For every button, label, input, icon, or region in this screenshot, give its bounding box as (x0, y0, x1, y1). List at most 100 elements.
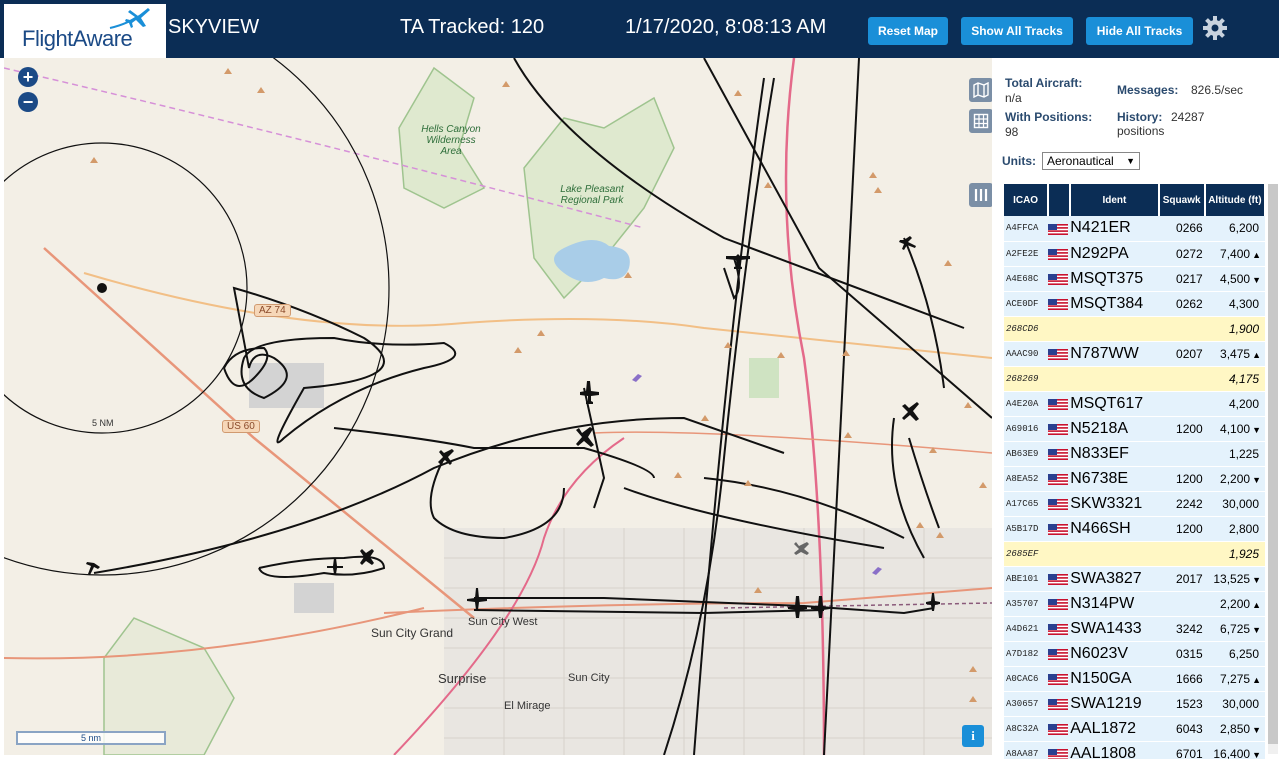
ident-cell: N6023V (1070, 641, 1159, 667)
col-header-altitude[interactable]: Altitude (ft) (1204, 184, 1266, 216)
zoom-in-button[interactable]: + (18, 67, 38, 87)
ident-cell: N5218A (1070, 416, 1159, 442)
table-row[interactable]: A0CAC6 N150GA 1666 7,275 ▲ (1004, 666, 1265, 692)
table-row[interactable]: A30657 SWA1219 1523 30,000 (1004, 691, 1265, 717)
ident-cell: N421ER (1070, 216, 1159, 242)
altitude-value: 4,300 (1228, 296, 1259, 311)
us-flag-icon (1048, 297, 1069, 311)
squawk-cell: 1200 (1158, 516, 1205, 542)
ident-cell: N314PW (1070, 591, 1159, 617)
altitude-value: 4,500 (1220, 271, 1251, 286)
grid-toggle-button[interactable] (969, 109, 992, 133)
aircraft-table-body: A4FFCA N421ER 0266 6,200 A2FE2E N292PA 0272 7,4… (1004, 216, 1265, 759)
table-row[interactable]: A8EA52 N6738E 1200 2,200 ▼ (1004, 466, 1265, 492)
squawk-cell: 0262 (1158, 291, 1205, 317)
icao-cell: ACE0DF (1004, 291, 1049, 317)
ident-cell: AAL1808 (1070, 741, 1159, 759)
altitude-value: 30,000 (1222, 696, 1259, 711)
total-aircraft-value: n/a (1005, 91, 1022, 105)
flag-cell (1048, 316, 1071, 342)
reset-map-button[interactable]: Reset Map (868, 17, 948, 45)
flag-cell (1048, 341, 1071, 367)
table-row[interactable]: AB63E9 N833EF 1,225 (1004, 441, 1265, 467)
table-row[interactable]: A4D621 SWA1433 3242 6,725 ▼ (1004, 616, 1265, 642)
col-header-flag[interactable] (1048, 184, 1072, 216)
table-row[interactable]: A4FFCA N421ER 0266 6,200 (1004, 216, 1265, 242)
range-ring-label: 5 NM (92, 418, 114, 428)
ident-cell: N787WW (1070, 341, 1159, 367)
table-scrollbar-thumb[interactable] (1268, 184, 1278, 744)
altitude-cell: 6,250 (1204, 641, 1265, 667)
table-row[interactable]: 2685EF 1,925 (1004, 541, 1265, 567)
ident-cell (1070, 541, 1159, 567)
table-row[interactable]: A4E20A MSQT617 4,200 (1004, 391, 1265, 417)
show-all-tracks-button[interactable]: Show All Tracks (961, 17, 1073, 45)
icao-cell: A35707 (1004, 591, 1049, 617)
altitude-cell: 2,850 ▼ (1204, 716, 1265, 742)
map-info-button[interactable]: i (962, 725, 984, 747)
table-row[interactable]: A8C32A AAL1872 6043 2,850 ▼ (1004, 716, 1265, 742)
altitude-cell: 2,200 ▲ (1204, 591, 1265, 617)
aircraft-table-container[interactable]: ICAO Ident Squawk Altitude (ft) A4FFCA N4… (1004, 184, 1266, 759)
squawk-cell (1158, 591, 1205, 617)
col-header-squawk[interactable]: Squawk (1158, 184, 1206, 216)
altitude-value: 1,925 (1228, 546, 1259, 561)
squawk-cell: 0207 (1158, 341, 1205, 367)
columns-toggle-button[interactable] (969, 183, 992, 207)
zoom-out-button[interactable]: − (18, 92, 38, 112)
place-label-sun-city-west: Sun City West (468, 616, 538, 628)
altitude-cell: 3,475 ▲ (1204, 341, 1265, 367)
units-select[interactable]: Aeronautical ▼ (1042, 152, 1140, 170)
altitude-trend-icon: ▲ (1252, 599, 1261, 610)
table-row[interactable]: A7D182 N6023V 0315 6,250 (1004, 641, 1265, 667)
map-canvas[interactable] (4, 58, 992, 755)
table-row[interactable]: A35707 N314PW 2,200 ▲ (1004, 591, 1265, 617)
map-layers-button[interactable] (969, 78, 992, 102)
table-row[interactable]: ACE0DF MSQT384 0262 4,300 (1004, 291, 1265, 317)
squawk-cell: 0217 (1158, 266, 1205, 292)
altitude-value: 1,225 (1228, 446, 1259, 461)
table-row[interactable]: A5B17D N466SH 1200 2,800 (1004, 516, 1265, 542)
icao-cell: A30657 (1004, 691, 1049, 717)
icao-cell: A4E20A (1004, 391, 1049, 417)
squawk-cell: 1666 (1158, 666, 1205, 692)
table-row[interactable]: 268CD6 1,900 (1004, 316, 1265, 342)
flightaware-logo[interactable]: FlightAware (4, 4, 166, 58)
us-flag-icon (1048, 672, 1069, 686)
messages-label: Messages: (1117, 83, 1179, 97)
table-row[interactable]: A4E68C MSQT375 0217 4,500 ▼ (1004, 266, 1265, 292)
table-row[interactable]: A2FE2E N292PA 0272 7,400 ▲ (1004, 241, 1265, 267)
table-row[interactable]: A69016 N5218A 1200 4,100 ▼ (1004, 416, 1265, 442)
settings-gear-icon[interactable] (1202, 15, 1228, 41)
table-row[interactable]: 268269 4,175 (1004, 366, 1265, 392)
table-row[interactable]: A8AA87 AAL1808 6701 16,400 ▼ (1004, 741, 1265, 759)
ident-cell (1070, 316, 1159, 342)
skyview-app: FlightAware SKYVIEW TA Tracked: 120 1/17… (0, 0, 1279, 759)
altitude-trend-icon: ▼ (1252, 474, 1261, 485)
table-header-row: ICAO Ident Squawk Altitude (ft) (1004, 184, 1266, 216)
us-flag-icon (1048, 647, 1069, 661)
table-row[interactable]: AAAC90 N787WW 0207 3,475 ▲ (1004, 341, 1265, 367)
ident-cell: SWA3827 (1070, 566, 1159, 592)
ident-cell: N292PA (1070, 241, 1159, 267)
flag-cell (1048, 491, 1071, 517)
icao-cell: A4FFCA (1004, 216, 1049, 242)
grid-icon (973, 113, 989, 129)
current-datetime: 1/17/2020, 8:08:13 AM (625, 16, 827, 38)
altitude-trend-icon: ▲ (1252, 249, 1261, 260)
table-row[interactable]: A17C65 SKW3321 2242 30,000 (1004, 491, 1265, 517)
squawk-cell (1158, 541, 1205, 567)
ident-cell: MSQT384 (1070, 291, 1159, 317)
map-view[interactable]: Hells Canyon Wilderness Area Lake Pleasa… (4, 58, 992, 755)
col-header-icao[interactable]: ICAO (1004, 184, 1050, 216)
us-flag-icon (1048, 272, 1069, 286)
map-icon (973, 82, 989, 98)
col-header-ident[interactable]: Ident (1070, 184, 1160, 216)
squawk-cell (1158, 441, 1205, 467)
road-shield-az74: AZ 74 (254, 304, 291, 317)
table-row[interactable]: ABE101 SWA3827 2017 13,525 ▼ (1004, 566, 1265, 592)
hide-all-tracks-button[interactable]: Hide All Tracks (1086, 17, 1193, 45)
flag-cell (1048, 691, 1071, 717)
us-flag-icon (1048, 472, 1069, 486)
units-select-value: Aeronautical (1047, 154, 1114, 168)
